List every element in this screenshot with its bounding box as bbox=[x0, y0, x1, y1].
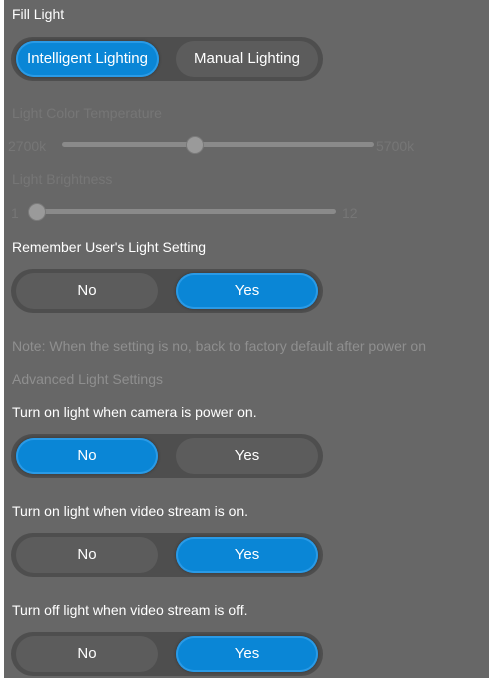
camera-power-light-label: Turn on light when camera is power on. bbox=[12, 404, 257, 420]
stream-off-light-toggle: No Yes bbox=[11, 632, 323, 676]
camera-power-yes-option[interactable]: Yes bbox=[176, 438, 318, 474]
color-temperature-slider-thumb[interactable] bbox=[186, 136, 205, 154]
color-temperature-slider[interactable] bbox=[62, 142, 374, 147]
stream-on-light-toggle: No Yes bbox=[11, 533, 323, 577]
intelligent-lighting-option[interactable]: Intelligent Lighting bbox=[16, 41, 159, 77]
manual-lighting-option[interactable]: Manual Lighting bbox=[176, 41, 318, 77]
remember-yes-option[interactable]: Yes bbox=[176, 273, 318, 309]
stream-off-no-option[interactable]: No bbox=[16, 636, 158, 672]
color-temperature-min-label: 2700k bbox=[8, 138, 47, 154]
stream-off-light-label: Turn off light when video stream is off. bbox=[12, 602, 248, 618]
color-temperature-label: Light Color Temperature bbox=[12, 105, 162, 121]
brightness-max-label: 12 bbox=[342, 205, 358, 221]
brightness-label: Light Brightness bbox=[12, 171, 113, 187]
brightness-min-label: 1 bbox=[11, 205, 19, 221]
brightness-slider-thumb[interactable] bbox=[28, 203, 46, 221]
remember-light-setting-label: Remember User's Light Setting bbox=[12, 239, 207, 255]
stream-on-yes-option[interactable]: Yes bbox=[176, 537, 318, 573]
camera-power-light-toggle: No Yes bbox=[11, 434, 323, 478]
remember-light-setting-toggle: No Yes bbox=[11, 269, 323, 313]
stream-on-no-option[interactable]: No bbox=[16, 537, 158, 573]
advanced-light-settings-title: Advanced Light Settings bbox=[12, 371, 163, 387]
brightness-slider[interactable] bbox=[28, 209, 336, 214]
fill-light-title: Fill Light bbox=[12, 6, 65, 22]
remember-no-option[interactable]: No bbox=[16, 273, 158, 309]
fill-light-mode-toggle: Intelligent Lighting Manual Lighting bbox=[11, 37, 323, 81]
stream-off-yes-option[interactable]: Yes bbox=[176, 636, 318, 672]
stream-on-light-label: Turn on light when video stream is on. bbox=[12, 503, 249, 519]
fill-light-settings-panel: Fill Light Intelligent Lighting Manual L… bbox=[4, 0, 489, 678]
camera-power-no-option[interactable]: No bbox=[16, 438, 158, 474]
color-temperature-max-label: 5700k bbox=[376, 138, 415, 154]
factory-default-note: Note: When the setting is no, back to fa… bbox=[12, 338, 427, 354]
